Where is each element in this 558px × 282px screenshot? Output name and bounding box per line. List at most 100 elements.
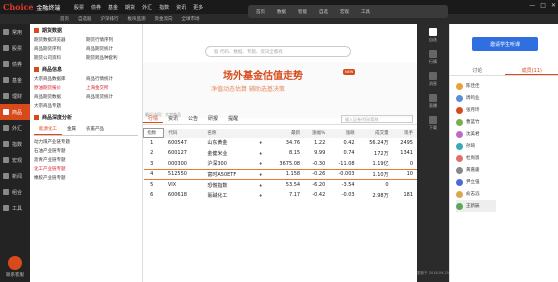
column-header[interactable]: 成交量: [358, 128, 393, 138]
member-item[interactable]: 尹立强: [456, 176, 496, 188]
menu-index[interactable]: 指数: [159, 4, 169, 11]
quote-tab[interactable]: 研报: [203, 115, 223, 122]
favorite-icon[interactable]: ♦: [257, 168, 269, 180]
tab-members[interactable]: 成员(11): [504, 64, 558, 75]
category-tab[interactable]: 农畜产品: [81, 124, 109, 135]
nav-link[interactable]: 商品行情统计: [86, 76, 138, 82]
member-item[interactable]: 俞志滔: [456, 188, 496, 200]
table-row[interactable]: 3 000300 沪深300 ♦ 3675.08 -0.30 -11.08 1.19亿 0: [144, 159, 418, 170]
nav-link[interactable]: [86, 103, 138, 109]
table-row[interactable]: 2 600127 金健米业 ♦ 8.15 9.99 0.74 172万 1341: [144, 148, 418, 159]
column-header[interactable]: 涨幅%: [304, 128, 330, 138]
global-search-input[interactable]: 股 代码、数据、专题、资讯全都有: [205, 46, 351, 57]
subtab-global[interactable]: 全球市场: [182, 16, 200, 22]
invite-students-button[interactable]: 邀请学生听课: [472, 37, 538, 51]
topic-link[interactable]: 橡胶产业链专题: [34, 175, 138, 181]
toolbar-item[interactable]: 行情: [417, 46, 449, 68]
sidebar-item[interactable]: 债券: [0, 56, 30, 72]
overlay-item[interactable]: 数据: [277, 9, 286, 15]
member-item[interactable]: 黄嘉骏: [456, 164, 496, 176]
subtab-ranking[interactable]: 沪深排行: [101, 16, 119, 22]
sidebar-item[interactable]: 组合: [0, 184, 30, 200]
sidebar-item[interactable]: 指数: [0, 136, 30, 152]
favorite-icon[interactable]: ♦: [257, 180, 268, 191]
toolbar-item[interactable]: 自选: [417, 24, 449, 46]
topic-link[interactable]: 沥青产业链专题: [34, 157, 138, 163]
category-tab[interactable]: 金属: [62, 124, 81, 135]
sidebar-item[interactable]: 宏观: [0, 152, 30, 168]
menu-more[interactable]: 更多: [193, 4, 203, 11]
member-item[interactable]: 陈佳佳: [456, 80, 496, 92]
column-header[interactable]: 最新: [268, 128, 305, 138]
overlay-item[interactable]: 首页: [256, 9, 265, 15]
nav-link[interactable]: 商品现货统计: [86, 94, 138, 100]
member-item[interactable]: 沈美君: [456, 128, 496, 140]
column-header[interactable]: 代码: [163, 128, 204, 138]
overlay-item[interactable]: 智能: [298, 9, 307, 15]
column-header[interactable]: 指数: [142, 128, 165, 138]
sidebar-item[interactable]: 股票: [0, 40, 30, 56]
sidebar-item[interactable]: 新闻: [0, 168, 30, 184]
table-row[interactable]: 5 VIX 恐慌指数 ♦ 53.54 -6.20 -3.54 0: [144, 180, 418, 191]
nav-link[interactable]: 上海金交所: [86, 85, 138, 91]
quote-tab[interactable]: 公告: [183, 115, 203, 122]
topic-link[interactable]: 动力煤产业链专题: [34, 139, 138, 145]
overlay-item[interactable]: 宏观: [340, 9, 349, 15]
nav-link[interactable]: 大宗商品专题: [34, 103, 86, 109]
favorite-icon[interactable]: ♦: [257, 190, 268, 201]
sidebar-item[interactable]: 外汇: [0, 120, 30, 136]
member-item[interactable]: 张月玲: [456, 104, 496, 116]
sidebar-item[interactable]: 理财: [0, 88, 30, 104]
nav-link[interactable]: 商品期货数据: [34, 94, 86, 100]
sidebar-item[interactable]: 基金: [0, 72, 30, 88]
member-item[interactable]: 周鸣业: [456, 92, 496, 104]
close-icon[interactable]: ✕: [551, 2, 556, 9]
column-header[interactable]: 涨跌: [329, 128, 359, 138]
member-item[interactable]: 孙琦: [456, 140, 496, 152]
member-item[interactable]: 王新辰: [456, 200, 496, 212]
maximize-icon[interactable]: □: [540, 2, 546, 9]
member-item[interactable]: 曹蓝竹: [456, 116, 496, 128]
subtab-capital[interactable]: 资金流向: [155, 16, 173, 22]
nav-link[interactable]: 大宗商品数据库: [34, 76, 86, 82]
promo-banner[interactable]: 场外基金估值走势 NEW 净值动态估算 辅助选基决策 最近访问：大宗商品: [143, 62, 417, 118]
topic-link[interactable]: 化工产业链专题: [34, 166, 138, 172]
toolbar-item[interactable]: 下载: [417, 112, 449, 134]
favorite-icon[interactable]: ♦: [257, 148, 268, 159]
nav-link[interactable]: 期货公司资料: [34, 55, 86, 61]
column-header[interactable]: 名称: [203, 128, 258, 138]
table-row[interactable]: 6 600618 氯碱化工 ♦ 7.17 -0.42 -0.03 2.98万 181: [144, 190, 418, 201]
toolbar-item[interactable]: 直播: [417, 90, 449, 112]
nav-link[interactable]: 商品期货统计: [86, 46, 138, 52]
minimize-icon[interactable]: —: [529, 2, 535, 9]
category-tab[interactable]: 能源化工: [34, 124, 62, 135]
tab-discussion[interactable]: 讨论: [450, 64, 505, 75]
favorite-icon[interactable]: ♦: [257, 138, 268, 149]
subtab-watchlist[interactable]: 自选股: [78, 16, 92, 22]
nav-link[interactable]: 期货行情序列: [86, 37, 138, 43]
customer-service[interactable]: 联系客服: [3, 256, 27, 278]
sidebar-item[interactable]: 常用: [0, 24, 30, 40]
menu-futures[interactable]: 期货: [125, 4, 135, 11]
overlay-item[interactable]: 自选: [319, 9, 328, 15]
member-item[interactable]: 杜尚恩: [456, 152, 496, 164]
table-row[interactable]: 1 600547 山东黄金 ♦ 34.76 1.22 0.42 56.24万 2495: [144, 138, 418, 149]
table-row[interactable]: 4 512550 富时A50ETF ♦ 1.158 -0.26 -0.003 1.10万 10: [143, 168, 417, 180]
quote-tab[interactable]: 行情: [143, 115, 164, 123]
quote-tab[interactable]: 资讯: [163, 115, 183, 122]
menu-bond[interactable]: 债券: [91, 4, 101, 11]
menu-stock[interactable]: 股票: [74, 4, 84, 11]
menu-news[interactable]: 资讯: [176, 4, 186, 11]
sidebar-item[interactable]: 工具: [0, 200, 30, 216]
toolbar-item[interactable]: 消息: [417, 68, 449, 90]
column-header[interactable]: 现手: [392, 128, 417, 138]
topic-link[interactable]: 石油产业链专题: [34, 148, 138, 154]
subtab-home[interactable]: 首页: [60, 16, 69, 22]
subtab-sector[interactable]: 板块监测: [128, 16, 146, 22]
column-header[interactable]: [257, 128, 269, 138]
overlay-item[interactable]: 工具: [361, 9, 370, 15]
nav-link[interactable]: 期货数据浏览器: [34, 37, 86, 43]
nav-link[interactable]: 商品期货序列: [34, 46, 86, 52]
nav-link[interactable]: 原油期货报价: [34, 85, 86, 91]
nav-link[interactable]: 期货跨品种套利: [86, 55, 138, 61]
